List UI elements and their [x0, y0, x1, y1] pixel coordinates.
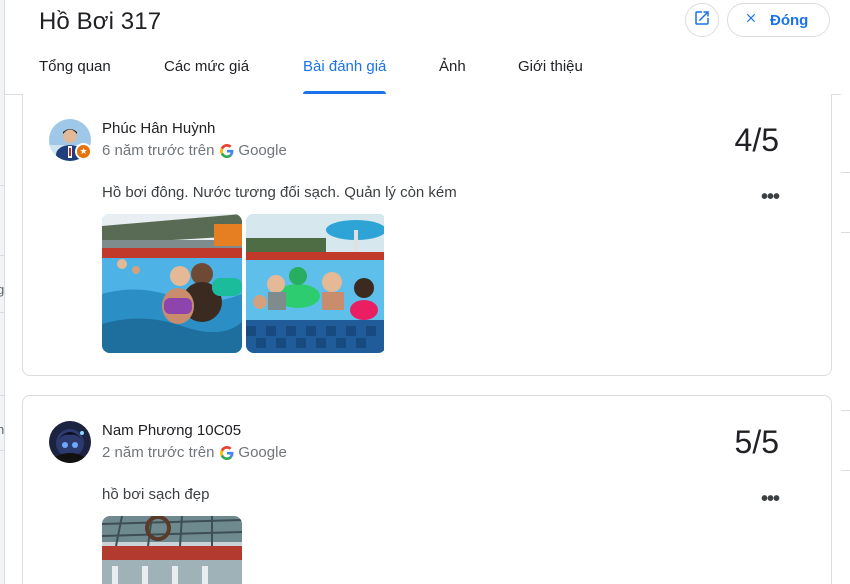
- place-title: Hồ Bơi 317: [39, 8, 162, 35]
- open-in-new-icon: [693, 9, 711, 32]
- review-time: 6 năm trước trên: [102, 142, 215, 159]
- close-button[interactable]: Đóng: [727, 3, 830, 37]
- review-photo[interactable]: [102, 516, 242, 584]
- review-card: ★ Phúc Hân Huỳnh 6 năm trước trên Google…: [22, 94, 832, 376]
- review-text: hồ bơi sạch đẹp: [102, 486, 210, 503]
- close-label: Đóng: [770, 11, 809, 29]
- review-card: Nam Phương 10C05 2 năm trước trên Google…: [22, 395, 832, 584]
- review-rating: 4/5: [734, 122, 779, 158]
- tab-overview[interactable]: Tổng quan: [39, 58, 111, 94]
- review-text: Hồ bơi đông. Nước tương đối sạch. Quản l…: [102, 184, 457, 201]
- tab-bar: Tổng quan Các mức giá Bài đánh giá Ảnh G…: [5, 58, 841, 94]
- more-horiz-icon[interactable]: •••: [761, 186, 780, 209]
- review-author[interactable]: Phúc Hân Huỳnh: [102, 120, 215, 137]
- local-guide-star-icon: ★: [75, 143, 92, 160]
- review-time: 2 năm trước trên: [102, 444, 215, 461]
- tab-reviews[interactable]: Bài đánh giá: [303, 58, 387, 94]
- close-icon: [744, 11, 758, 30]
- review-source: Google: [238, 444, 287, 461]
- tab-prices[interactable]: Các mức giá: [164, 58, 249, 94]
- review-rating: 5/5: [734, 424, 779, 460]
- review-author[interactable]: Nam Phương 10C05: [102, 422, 241, 439]
- background-glyph: g: [0, 282, 5, 297]
- google-g-icon: [220, 445, 234, 460]
- tab-photos[interactable]: Ảnh: [439, 58, 466, 94]
- review-photo[interactable]: [246, 214, 386, 353]
- review-photo[interactable]: [102, 214, 242, 353]
- background-glyph: n: [0, 422, 5, 437]
- avatar[interactable]: [49, 421, 91, 463]
- more-horiz-icon[interactable]: •••: [761, 488, 780, 511]
- review-meta: 2 năm trước trên Google: [102, 444, 287, 461]
- tab-about[interactable]: Giới thiệu: [518, 58, 583, 94]
- google-g-icon: [220, 143, 234, 158]
- panel-header: Hồ Bơi 317 Đóng Tổng quan Các mức giá Bà…: [5, 0, 841, 95]
- open-in-new-button[interactable]: [685, 3, 719, 37]
- review-meta: 6 năm trước trên Google: [102, 142, 287, 159]
- place-detail-panel: Hồ Bơi 317 Đóng Tổng quan Các mức giá Bà…: [5, 0, 841, 584]
- review-source: Google: [238, 142, 287, 159]
